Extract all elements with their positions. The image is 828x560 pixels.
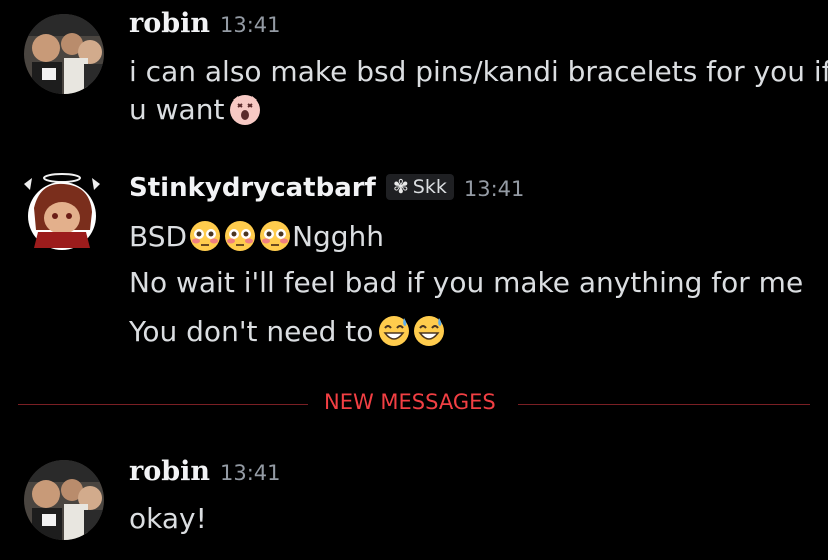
timestamp: 13:41	[220, 461, 281, 485]
message-text-line: u want	[129, 92, 262, 134]
message-text-line: i can also make bsd pins/kandi bracelets…	[129, 55, 828, 88]
avatar-robin[interactable]	[24, 14, 104, 94]
avatar-robin[interactable]	[24, 460, 104, 540]
timestamp: 13:41	[220, 13, 281, 37]
flushed-face-emoji	[223, 219, 257, 261]
divider-line	[18, 404, 308, 405]
message-text-line: BSD Ngghh	[129, 219, 384, 261]
grinning-sweat-emoji	[377, 314, 411, 356]
new-messages-divider: NEW MESSAGES	[18, 390, 810, 416]
message-text-line: okay!	[129, 502, 207, 535]
guild-tag[interactable]: ✾ Skk	[385, 174, 454, 200]
new-messages-label: NEW MESSAGES	[324, 390, 496, 414]
flushed-face-emoji	[258, 219, 292, 261]
username-robin[interactable]: robin	[129, 456, 210, 487]
flushed-face-emoji	[188, 219, 222, 261]
message-text-line: No wait i'll feel bad if you make anythi…	[129, 266, 804, 299]
username-robin[interactable]: robin	[129, 8, 210, 39]
grinning-sweat-emoji	[412, 314, 446, 356]
timestamp: 13:41	[463, 177, 525, 201]
flower-icon: ✾	[392, 176, 409, 198]
scream-cat-emoji	[228, 92, 262, 134]
message-text-line: You don't need to	[129, 314, 446, 356]
divider-line	[518, 404, 810, 405]
avatar-stinkydrycatbarf[interactable]	[24, 173, 104, 254]
username-stinkydrycatbarf[interactable]: Stinkydrycatbarf	[129, 173, 376, 203]
